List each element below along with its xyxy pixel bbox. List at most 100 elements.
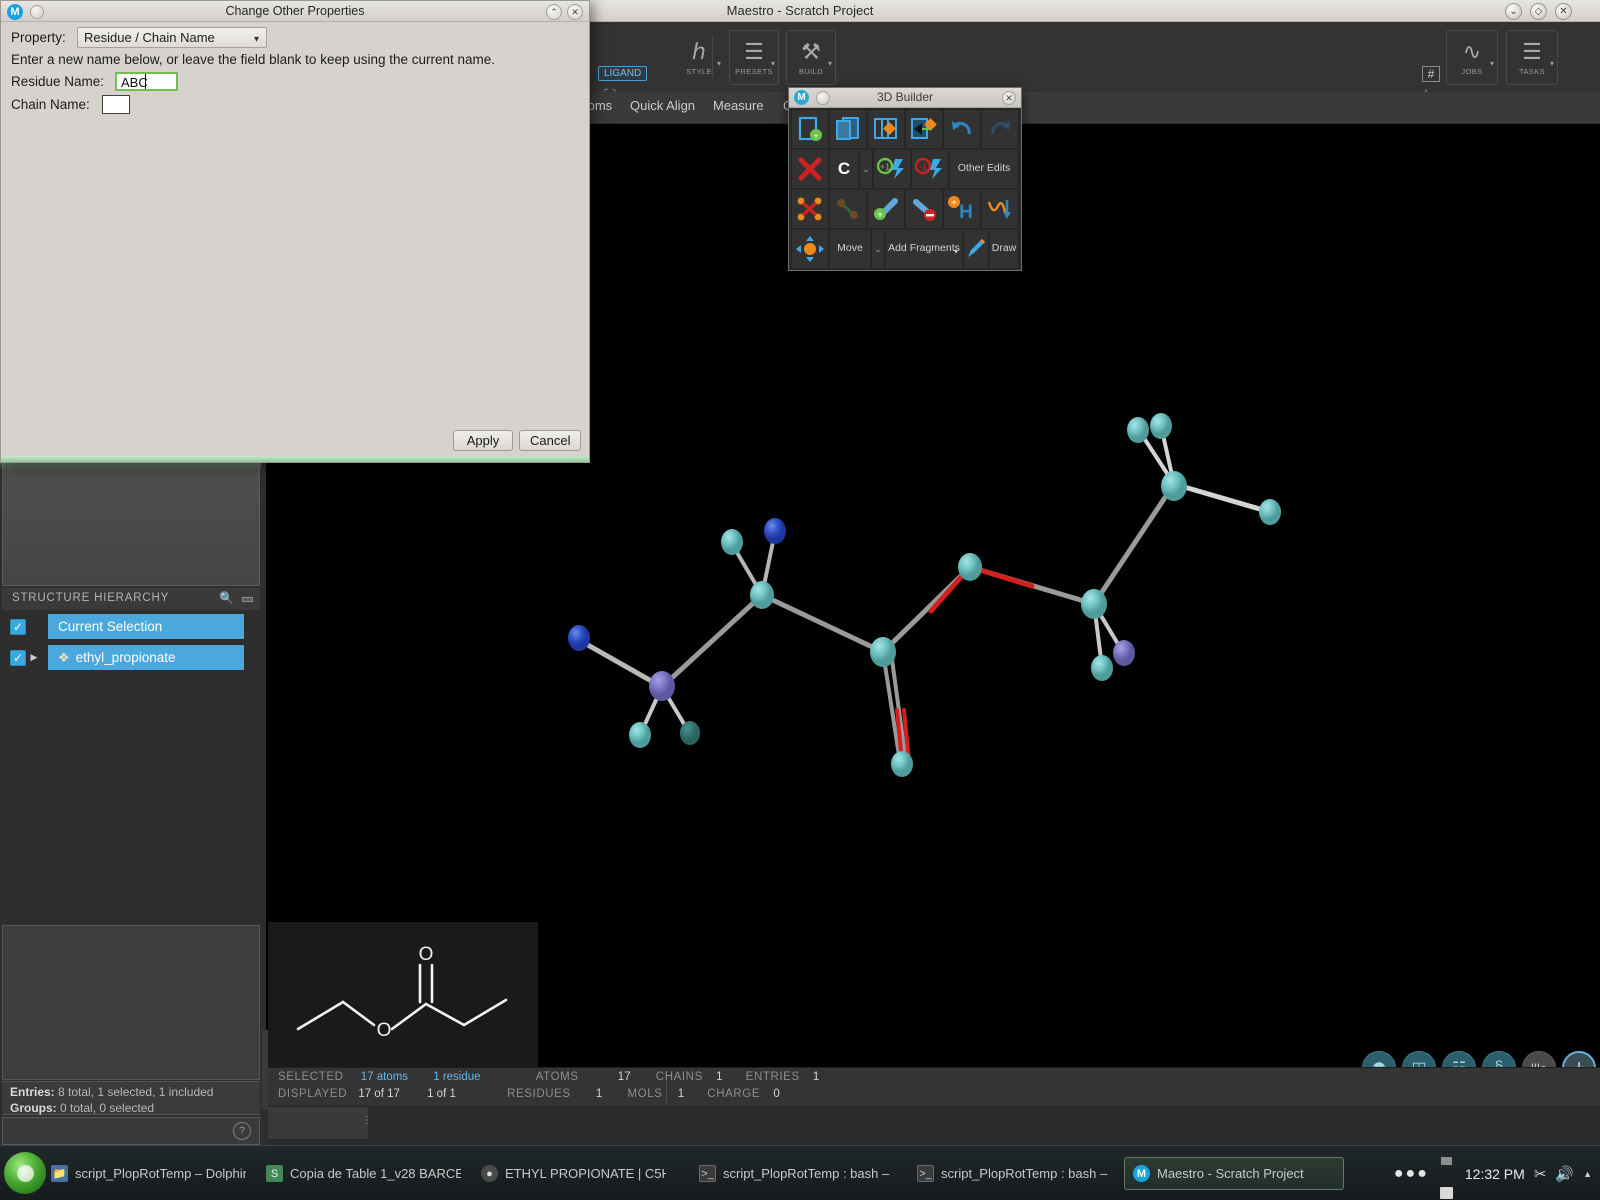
svg-text:+: + [877, 210, 883, 221]
ligand-badge[interactable]: LIGAND [598, 66, 648, 81]
maestro-maximize-button[interactable]: ◇ [1530, 3, 1547, 20]
maestro-minimize-button[interactable]: ⌄ [1505, 3, 1522, 20]
delete-bond-icon[interactable] [791, 189, 829, 229]
start-menu-button[interactable] [4, 1152, 46, 1194]
search-icon[interactable]: 🔍 [219, 591, 234, 605]
taskbar-item-firefox[interactable]: ● ETHYL PROPIONATE | C5H10 [472, 1157, 667, 1190]
tray-overflow-icon[interactable]: ●●● [1394, 1165, 1429, 1183]
taskbar-item-maestro[interactable]: M Maestro - Scratch Project [1124, 1157, 1344, 1190]
presets-caret-icon[interactable]: ▾ [771, 59, 775, 68]
property-select[interactable]: Residue / Chain Name ▾ [77, 27, 267, 48]
status-label-residues: RESIDUES [507, 1088, 571, 1100]
move-caret-icon[interactable]: ⌄ [871, 229, 885, 269]
new-structure-icon[interactable]: + [791, 109, 829, 149]
residue-name-input[interactable]: ABC [115, 72, 178, 91]
entries-summary-box: Entries: 8 total, 1 selected, 1 included… [2, 1081, 260, 1115]
view-buttons-group: ☂ ◫ ☷ § |||● + [1362, 1051, 1596, 1067]
dialog-close-button[interactable]: ✕ [567, 4, 583, 20]
element-caret-icon[interactable]: ⌄ [859, 149, 873, 189]
menu-item-quick-align[interactable]: Quick Align [630, 98, 695, 113]
place-fragment-icon[interactable] [867, 109, 905, 149]
dialog-collapse-button[interactable]: ⌃ [546, 4, 562, 20]
increase-charge-icon[interactable]: +1 [873, 149, 911, 189]
style-tool-group[interactable]: ℎ STYLE ▾ [673, 30, 725, 85]
maestro-close-button[interactable]: ✕ [1555, 3, 1572, 20]
svg-text:+: + [813, 131, 818, 141]
change-other-properties-dialog[interactable]: M Change Other Properties ⌃ ✕ Property: … [0, 0, 590, 463]
delete-atom-icon[interactable] [791, 149, 829, 189]
collapse-icon[interactable] [242, 597, 253, 602]
system-tray: ●●● 12:32 PM ✂ 🔊 ▲ [1394, 1146, 1592, 1200]
element-carbon-label: C [837, 159, 851, 178]
ethyl-propionate-checkbox[interactable]: ✓ [10, 649, 26, 666]
decrease-charge-icon[interactable]: -1 [911, 149, 949, 189]
expand-arrow-icon[interactable]: ▶ [26, 652, 42, 663]
drag-handle-dots[interactable]: ⋮ [362, 1115, 372, 1126]
jobs-caret-icon[interactable]: ▾ [1490, 59, 1494, 68]
build-label: BUILD [798, 67, 824, 76]
undo-icon[interactable] [943, 109, 981, 149]
clock[interactable]: 12:32 PM [1465, 1166, 1525, 1182]
add-fragments-label: Add Fragments [888, 242, 960, 255]
entries-scroll-pane[interactable] [2, 925, 260, 1080]
grid-icon[interactable]: # [1422, 66, 1440, 82]
hierarchy-row-current-selection[interactable]: ✓ Current Selection [2, 613, 260, 640]
draw-icon[interactable] [963, 229, 989, 269]
cancel-button[interactable]: Cancel [519, 430, 582, 451]
other-edits-button[interactable]: Other Edits [949, 149, 1019, 189]
close-icon[interactable]: ✕ [1002, 91, 1016, 105]
oxygen-label-ester: O [377, 1020, 392, 1041]
replace-fragment-icon[interactable] [905, 109, 943, 149]
add-hydrogens-icon[interactable]: + H [943, 189, 981, 229]
browser-icon: ● [481, 1165, 498, 1182]
tasks-caret-icon[interactable]: ▾ [1550, 59, 1554, 68]
taskbar-item-bash-2[interactable]: >_ script_PlopRotTemp : bash – [908, 1157, 1120, 1190]
tasks-icon: ☰ [1522, 39, 1542, 64]
move-button[interactable]: Move [829, 229, 871, 269]
menu-item-measure[interactable]: Measure [713, 98, 764, 113]
element-carbon-button[interactable]: C [829, 149, 859, 189]
tray-expand-icon[interactable]: ▲ [1583, 1169, 1592, 1179]
style-caret-icon[interactable]: ▾ [717, 59, 721, 68]
bond-order-icon[interactable] [829, 189, 867, 229]
move-icon[interactable] [791, 229, 829, 269]
3d-builder-panel[interactable]: M 3D Builder ✕ + C ⌄ +1 -1 Other Edits +… [788, 87, 1022, 271]
build-tool-group[interactable]: ⚒ BUILD ▾ [786, 30, 836, 85]
chain-name-input[interactable] [102, 95, 130, 114]
increase-bond-order-icon[interactable]: + [867, 189, 905, 229]
scissors-icon[interactable]: ✂ [1534, 1165, 1547, 1183]
terminal-icon: >_ [699, 1165, 716, 1182]
sidebar-upper-pane [2, 458, 260, 586]
presets-tool-group[interactable]: ☰ PRESETS ▾ [729, 30, 779, 85]
taskbar-item-dolphin[interactable]: 📁 script_PlopRotTemp – Dolphin [42, 1157, 247, 1190]
slider-button[interactable]: |||● [1522, 1051, 1556, 1067]
sidebar-splitter[interactable] [262, 1030, 268, 1110]
style-icon: ℎ [692, 39, 706, 64]
jobs-tool-group[interactable]: ∿ JOBS ▾ [1446, 30, 1498, 85]
taskbar-item-calc[interactable]: S Copia de Table 1_v28 BARCE [257, 1157, 462, 1190]
copy-structure-icon[interactable] [829, 109, 867, 149]
draw-button[interactable]: Draw [989, 229, 1019, 269]
dolphin-icon: 📁 [51, 1165, 68, 1182]
taskbar-item-bash-1[interactable]: >_ script_PlopRotTemp : bash – [690, 1157, 902, 1190]
apply-button[interactable]: Apply [453, 430, 513, 451]
hierarchy-row-ethyl-propionate[interactable]: ✓ ▶ ❖ ethyl_propionate [2, 644, 260, 671]
add-fragments-button[interactable]: Add Fragments ▾ [885, 229, 963, 269]
volume-icon[interactable]: 🔊 [1555, 1165, 1574, 1183]
dialog-title: Change Other Properties [225, 4, 365, 18]
build-caret-icon[interactable]: ▾ [828, 59, 832, 68]
tasks-tool-group[interactable]: ☰ TASKS ▾ [1506, 30, 1558, 85]
taskbar-item-label: script_PlopRotTemp : bash – [941, 1166, 1108, 1181]
help-icon[interactable]: ? [233, 1122, 251, 1140]
label-atoms-button[interactable]: ☂ [1362, 1051, 1396, 1067]
redo-icon[interactable] [981, 109, 1019, 149]
current-selection-checkbox[interactable]: ✓ [10, 618, 26, 635]
add-button[interactable]: + [1562, 1051, 1596, 1067]
removable-media-icon[interactable] [1438, 1157, 1456, 1199]
ribbon-button[interactable]: § [1482, 1051, 1516, 1067]
surface-button[interactable]: ☷ [1442, 1051, 1476, 1067]
decrease-bond-order-icon[interactable] [905, 189, 943, 229]
add-fragments-caret-icon[interactable]: ▾ [954, 247, 958, 256]
measure-ruler-button[interactable]: ◫ [1402, 1051, 1436, 1067]
minimize-icon[interactable] [981, 189, 1019, 229]
